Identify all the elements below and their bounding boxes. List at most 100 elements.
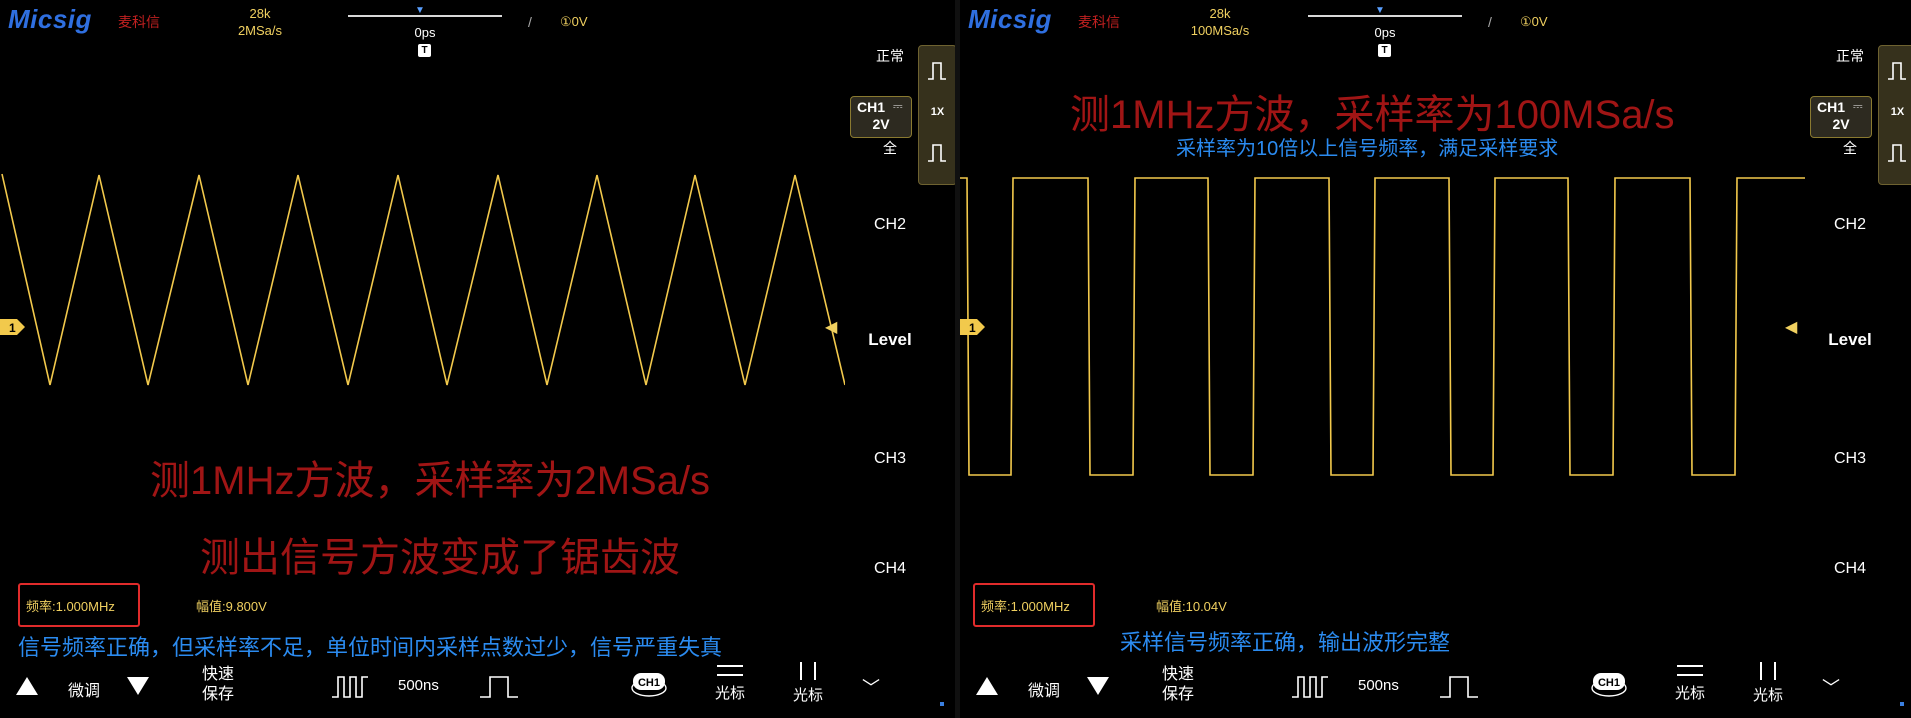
bandwidth-limit[interactable]: 全 xyxy=(860,138,920,158)
ch4-button[interactable]: CH4 xyxy=(1820,560,1880,578)
side-panel: 正常 CH1 ⎓ 2V 全 1X CH2 Level CH3 CH4 xyxy=(845,0,955,660)
vertical-cursor-icon xyxy=(1760,662,1776,680)
trigger-level[interactable]: ①0V xyxy=(560,14,588,30)
frequency-measurement-box[interactable]: 频率:1.000MHz xyxy=(973,583,1095,627)
dc-coupling-icon: ⎓ xyxy=(893,99,903,113)
scope-left: Micsig 麦科信 28k 2MSa/s ▼ 0ps T / ①0V 1 ◀ … xyxy=(0,0,955,718)
ch1-vertical-scale: 2V xyxy=(1832,116,1850,132)
up-arrow-icon[interactable] xyxy=(16,677,38,695)
chevron-down-icon[interactable]: ﹀ xyxy=(1822,674,1840,700)
svg-text:1: 1 xyxy=(969,321,976,335)
probe-ratio[interactable]: 1X xyxy=(1879,106,1911,118)
ch1-label: CH1 xyxy=(857,99,886,115)
brand-logo-cn: 麦科信 xyxy=(1078,14,1120,30)
quick-save-button[interactable]: 快速 保存 xyxy=(1158,665,1198,705)
horizontal-cursor-button[interactable]: 光标 xyxy=(706,662,754,703)
frequency-measurement-box[interactable]: 频率:1.000MHz xyxy=(18,583,140,627)
ch1-select-button[interactable]: CH1 xyxy=(1590,670,1628,698)
down-arrow-icon[interactable] xyxy=(127,677,149,695)
timebase-value[interactable]: 500ns xyxy=(398,677,439,694)
rising-pulse-icon[interactable] xyxy=(926,60,948,82)
memory-depth: 28k xyxy=(1209,6,1231,21)
down-arrow-icon[interactable] xyxy=(1087,677,1109,695)
ch1-vertical-scale: 2V xyxy=(872,116,890,132)
ch3-button[interactable]: CH3 xyxy=(860,450,920,468)
horizontal-cursor-button[interactable]: 光标 xyxy=(1666,662,1714,703)
ch4-button[interactable]: CH4 xyxy=(860,560,920,578)
trigger-point-icon: T xyxy=(1378,44,1391,57)
annotation-subtitle: 测出信号方波变成了锯齿波 xyxy=(200,536,680,580)
timeline-bar[interactable] xyxy=(1308,15,1462,17)
ch1-offset-marker[interactable]: 1 xyxy=(960,318,986,336)
probe-ratio[interactable]: 1X xyxy=(919,106,955,118)
annotation-title: 测1MHz方波，采样率为2MSa/s xyxy=(150,459,711,503)
ch1-settings-button[interactable]: CH1 ⎓ 2V xyxy=(1810,96,1872,138)
vertical-cursor-button[interactable]: 光标 xyxy=(1744,662,1792,705)
sample-rate: 100MSa/s xyxy=(1190,23,1250,38)
timeline-bar[interactable] xyxy=(348,15,502,17)
ch1-label: CH1 xyxy=(1817,99,1846,115)
trigger-edge-icon: / xyxy=(528,14,532,30)
frequency-measurement: 频率:1.000MHz xyxy=(981,599,1070,614)
ch3-button[interactable]: CH3 xyxy=(1820,450,1880,468)
up-arrow-icon[interactable] xyxy=(976,677,998,695)
trigger-level-arrow-icon[interactable]: ◀ xyxy=(1785,317,1797,337)
trigger-panel[interactable]: 1X xyxy=(1878,45,1911,185)
ch1-offset-marker[interactable]: 1 xyxy=(0,318,26,336)
chevron-down-icon[interactable]: ﹀ xyxy=(862,674,880,700)
trigger-panel[interactable]: 1X xyxy=(918,45,955,185)
cursor-label-2: 光标 xyxy=(1752,687,1783,704)
scope-right: Micsig 麦科信 28k 100MSa/s ▼ 0ps T / ①0V 1 … xyxy=(960,0,1911,718)
vertical-cursor-icon xyxy=(800,662,816,680)
trigger-level[interactable]: ①0V xyxy=(1520,14,1548,30)
level-button[interactable]: Level xyxy=(860,330,920,350)
fine-adjust-label[interactable]: 微调 xyxy=(1028,677,1060,701)
side-panel: 正常 CH1 ⎓ 2V 全 1X CH2 Level CH3 CH4 xyxy=(1805,0,1911,660)
level-button[interactable]: Level xyxy=(1820,330,1880,350)
cursor-label-2: 光标 xyxy=(792,687,823,704)
horizontal-cursor-icon xyxy=(1677,665,1703,676)
fine-adjust-label[interactable]: 微调 xyxy=(68,677,100,701)
status-dot xyxy=(1900,702,1904,706)
horizontal-delay[interactable]: 0ps xyxy=(390,25,460,40)
trigger-edge-icon: / xyxy=(1488,14,1492,30)
falling-pulse-icon[interactable] xyxy=(926,142,948,164)
amplitude-measurement[interactable]: 幅值:9.800V xyxy=(196,596,267,615)
ch1-select-button[interactable]: CH1 xyxy=(630,670,668,698)
brand-logo-cn: 麦科信 xyxy=(118,14,160,30)
brand-logo: Micsig xyxy=(968,4,1052,34)
horizontal-delay[interactable]: 0ps xyxy=(1350,25,1420,40)
ch2-button[interactable]: CH2 xyxy=(860,216,920,234)
acquisition-mode[interactable]: 正常 xyxy=(1820,46,1880,66)
vertical-cursor-button[interactable]: 光标 xyxy=(784,662,832,705)
timebase-decrease-icon[interactable] xyxy=(330,674,370,700)
svg-text:CH1: CH1 xyxy=(1598,677,1620,689)
trigger-level-arrow-icon[interactable]: ◀ xyxy=(825,317,837,337)
trigger-position-marker-icon: ▼ xyxy=(1375,5,1385,16)
timebase-value[interactable]: 500ns xyxy=(1358,677,1399,694)
cursor-label-1: 光标 xyxy=(714,685,745,702)
quick-save-label-2: 保存 xyxy=(201,686,234,703)
trigger-position-marker-icon: ▼ xyxy=(415,5,425,16)
amplitude-measurement[interactable]: 幅值:10.04V xyxy=(1156,596,1227,615)
bandwidth-limit[interactable]: 全 xyxy=(1820,138,1880,158)
top-status-bar: Micsig 麦科信 28k 100MSa/s ▼ 0ps T / ①0V xyxy=(960,0,1911,60)
svg-text:1: 1 xyxy=(9,321,16,335)
timebase-increase-icon[interactable] xyxy=(478,674,520,700)
timebase-decrease-icon[interactable] xyxy=(1290,674,1330,700)
ch1-trace xyxy=(1,173,845,386)
quick-save-button[interactable]: 快速 保存 xyxy=(198,665,238,705)
acquisition-mode[interactable]: 正常 xyxy=(860,46,920,66)
falling-pulse-icon[interactable] xyxy=(1886,142,1908,164)
frequency-measurement: 频率:1.000MHz xyxy=(26,599,115,614)
quick-save-label-2: 保存 xyxy=(1161,686,1194,703)
rising-pulse-icon[interactable] xyxy=(1886,60,1908,82)
bottom-toolbar: 微调 快速 保存 500ns CH1 光标 光标 ﹀ xyxy=(960,660,1911,718)
ch1-settings-button[interactable]: CH1 ⎓ 2V xyxy=(850,96,912,138)
timebase-increase-icon[interactable] xyxy=(1438,674,1480,700)
sample-rate: 2MSa/s xyxy=(237,23,283,38)
ch2-button[interactable]: CH2 xyxy=(1820,216,1880,234)
brand-logo: Micsig xyxy=(8,4,92,34)
quick-save-label-1: 快速 xyxy=(201,666,234,683)
ch1-trace xyxy=(960,177,1805,476)
